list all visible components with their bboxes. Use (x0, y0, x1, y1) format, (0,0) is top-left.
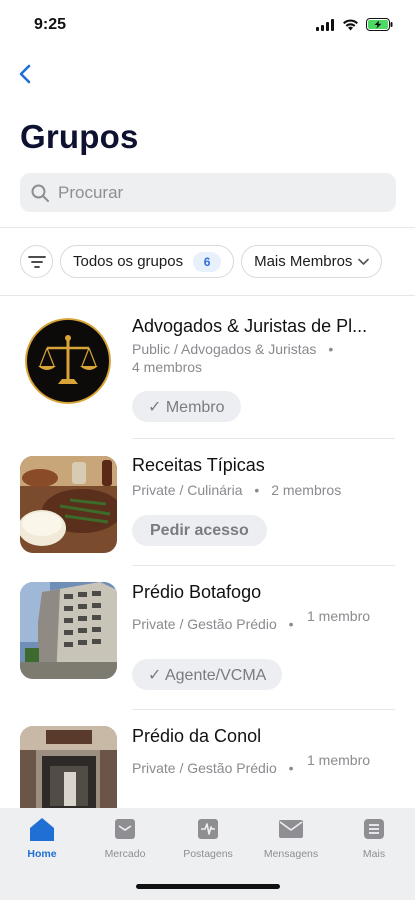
group-thumbnail (20, 582, 117, 679)
separator-dot: • (288, 616, 294, 632)
chevron-left-icon (19, 64, 31, 84)
tab-home[interactable]: Home (2, 816, 82, 860)
tab-mensagens[interactable]: Mensagens (251, 816, 331, 860)
all-groups-count-badge: 6 (193, 251, 222, 272)
sort-label: Mais Membros (254, 253, 353, 270)
group-item[interactable]: Advogados & Juristas de Pl... Public / A… (0, 296, 415, 439)
group-category: Public / Advogados & Juristas (132, 341, 317, 357)
separator-dot: • (254, 482, 260, 498)
group-member-count: 1 membro (307, 608, 371, 624)
wifi-icon (343, 18, 358, 30)
battery-charging-icon (366, 18, 393, 31)
search-icon (31, 184, 49, 202)
building-image (20, 582, 117, 679)
separator-dot: • (288, 760, 294, 776)
group-member-count: 1 membro (307, 752, 371, 768)
status-icons (316, 18, 393, 31)
mail-icon (279, 820, 303, 838)
group-avatar (25, 318, 111, 404)
tab-mercado[interactable]: Mercado (85, 816, 165, 860)
group-category: Private / Gestão Prédio (132, 760, 277, 776)
home-icon (30, 818, 54, 841)
group-item[interactable]: Receitas Típicas Private / Culinária • 2… (0, 439, 415, 566)
group-meta: Private / Gestão Prédio • (132, 760, 294, 776)
group-name: Receitas Típicas (132, 455, 265, 475)
filter-row: Todos os grupos 6 Mais Membros (20, 245, 383, 278)
search-input[interactable] (58, 182, 378, 203)
group-meta: Private / Gestão Prédio • (132, 616, 294, 632)
member-status-button[interactable]: ✓ Membro (132, 391, 241, 422)
divider (0, 227, 415, 228)
tab-postagens[interactable]: Postagens (168, 816, 248, 860)
filter-icon (27, 255, 46, 268)
status-time: 9:25 (34, 16, 67, 33)
home-indicator (136, 884, 280, 889)
group-name: Prédio da Conol (132, 726, 262, 746)
filter-button[interactable] (20, 245, 53, 278)
group-meta: Private / Culinária • 2 membros (132, 482, 341, 498)
scales-of-justice-icon (25, 318, 111, 404)
request-access-button[interactable]: Pedir acesso (132, 515, 267, 546)
group-name: Advogados & Juristas de Pl... (132, 316, 368, 336)
group-member-count: 2 membros (271, 482, 342, 498)
all-groups-label: Todos os grupos (73, 253, 184, 270)
groups-list: Advogados & Juristas de Pl... Public / A… (0, 296, 415, 808)
group-thumbnail (20, 726, 117, 808)
building-entrance-image (20, 726, 117, 808)
tab-label: Mensagens (263, 848, 319, 860)
tab-label: Mais (362, 848, 386, 860)
tab-mais[interactable]: Mais (334, 816, 414, 860)
group-category: Private / Culinária (132, 482, 243, 498)
tab-label: Mercado (104, 848, 146, 860)
search-bar[interactable] (20, 173, 396, 212)
group-member-count: 4 membros (132, 359, 203, 375)
chevron-down-icon (358, 258, 370, 265)
cellular-signal-icon (316, 18, 334, 31)
group-name: Prédio Botafogo (132, 582, 262, 602)
tab-label: Home (27, 848, 57, 860)
tab-label: Postagens (183, 848, 233, 860)
all-groups-chip[interactable]: Todos os grupos 6 (60, 245, 235, 278)
separator-dot: • (328, 341, 334, 357)
activity-icon (198, 819, 218, 839)
food-image (20, 456, 117, 553)
group-item[interactable]: Prédio Botafogo Private / Gestão Prédio … (0, 566, 415, 710)
group-category: Private / Gestão Prédio (132, 616, 277, 632)
back-button[interactable] (14, 60, 38, 88)
status-bar: 9:25 (0, 0, 415, 52)
agent-status-button[interactable]: ✓ Agente/VCMA (132, 659, 283, 690)
group-meta: Public / Advogados & Juristas • (132, 341, 333, 357)
group-item[interactable]: Prédio da Conol Private / Gestão Prédio … (0, 710, 415, 808)
sort-dropdown[interactable]: Mais Membros (241, 245, 383, 278)
group-thumbnail (20, 456, 117, 553)
store-icon (115, 819, 135, 839)
page-title: Grupos (20, 118, 139, 155)
list-icon (364, 819, 384, 839)
